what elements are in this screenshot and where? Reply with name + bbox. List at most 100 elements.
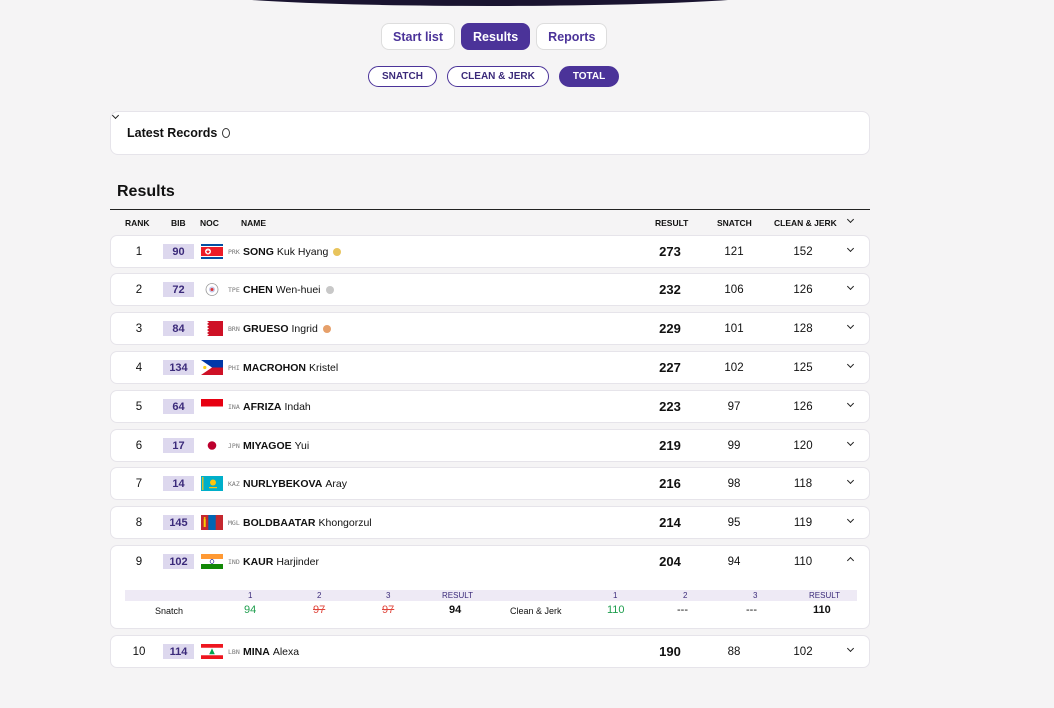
tab-reports[interactable]: Reports bbox=[536, 23, 608, 50]
chevron-up-icon[interactable] bbox=[846, 555, 855, 564]
attempt-header: RESULT bbox=[809, 591, 840, 600]
snatch-result: 98 bbox=[727, 477, 741, 490]
athlete-name[interactable]: CHEN Wen-huei bbox=[243, 274, 334, 305]
athlete-name[interactable]: BOLDBAATAR Khongorzul bbox=[243, 507, 372, 538]
attempt-details: 1 2 3 RESULT 1 2 3 RESULT Snatch 94 97 97 94 Clean & … bbox=[125, 590, 857, 618]
bib-badge: 102 bbox=[163, 554, 194, 569]
athlete-first-name: Indah bbox=[284, 400, 311, 413]
table-row[interactable]: 2 72 TPE CHEN Wen-huei 232 106 126 bbox=[110, 273, 870, 306]
snatch-result: 99 bbox=[727, 439, 741, 452]
noc-code: MGL bbox=[228, 518, 240, 527]
tab-start-list[interactable]: Start list bbox=[381, 23, 456, 50]
tab-results[interactable]: Results bbox=[461, 23, 531, 50]
attempt-header: 3 bbox=[753, 591, 758, 600]
attempt-header: 2 bbox=[317, 591, 322, 600]
athlete-name[interactable]: MACROHON Kristel bbox=[243, 352, 338, 383]
bib-badge: 90 bbox=[163, 244, 194, 259]
col-name: NAME bbox=[241, 218, 267, 228]
chevron-down-icon[interactable] bbox=[846, 400, 855, 409]
attempt-header: 1 bbox=[248, 591, 253, 600]
attempt-header: 3 bbox=[386, 591, 391, 600]
bib-badge: 14 bbox=[163, 476, 194, 491]
total-result: 223 bbox=[659, 399, 681, 414]
athlete-first-name: Kuk Hyang bbox=[276, 245, 329, 258]
chevron-down-icon[interactable] bbox=[846, 361, 855, 370]
chevron-down-icon[interactable] bbox=[846, 283, 855, 292]
table-row[interactable]: 1 90 PRK SONG Kuk Hyang 273 121 152 bbox=[110, 235, 870, 268]
clean-jerk-result: 118 bbox=[793, 477, 813, 490]
clean-jerk-label: Clean & Jerk bbox=[510, 606, 562, 616]
table-row[interactable]: 3 84 BRN GRUESO Ingrid 229 101 128 bbox=[110, 312, 870, 345]
bib-badge: 145 bbox=[163, 515, 194, 530]
bib-badge: 17 bbox=[163, 438, 194, 453]
bib-badge: 72 bbox=[163, 282, 194, 297]
athlete-name[interactable]: MINA Alexa bbox=[243, 636, 299, 667]
chevron-down-icon[interactable] bbox=[846, 516, 855, 525]
flag-icon bbox=[201, 438, 223, 453]
snatch-best: 94 bbox=[449, 604, 462, 616]
view-tabs: Start list Results Reports bbox=[381, 23, 608, 50]
header-bar bbox=[200, 0, 780, 6]
chevron-down-icon[interactable] bbox=[846, 477, 855, 486]
flag-icon bbox=[201, 476, 223, 491]
table-row[interactable]: 7 14 KAZ NURLYBEKOVA Aray 216 98 118 bbox=[110, 467, 870, 500]
table-row[interactable]: 10 114 LBN MINA Alexa 190 88 102 bbox=[110, 635, 870, 668]
clean-jerk-attempt-2: --- bbox=[677, 604, 688, 616]
total-result: 273 bbox=[659, 244, 681, 259]
chevron-down-icon[interactable] bbox=[846, 439, 855, 448]
snatch-label: Snatch bbox=[155, 606, 184, 616]
attempt-header-band bbox=[125, 590, 857, 601]
athlete-last-name: CHEN bbox=[243, 283, 273, 296]
filter-clean-jerk[interactable]: CLEAN & JERK bbox=[446, 66, 549, 87]
chevron-down-icon[interactable] bbox=[846, 245, 855, 254]
flag-icon bbox=[201, 282, 223, 297]
total-result: 214 bbox=[659, 515, 681, 530]
rank: 7 bbox=[135, 477, 143, 490]
clean-jerk-result: 110 bbox=[793, 555, 813, 568]
athlete-name[interactable]: SONG Kuk Hyang bbox=[243, 236, 342, 267]
athlete-name[interactable]: KAUR Harjinder bbox=[243, 546, 319, 577]
rank: 1 bbox=[135, 245, 143, 258]
athlete-last-name: MIYAGOE bbox=[243, 439, 292, 452]
snatch-attempt-3: 97 bbox=[382, 604, 395, 616]
flag-icon bbox=[201, 554, 223, 569]
noc-code: PRK bbox=[228, 247, 240, 256]
clean-jerk-result: 128 bbox=[793, 322, 813, 335]
filter-total[interactable]: TOTAL bbox=[558, 66, 620, 87]
athlete-first-name: Harjinder bbox=[276, 555, 319, 568]
bib-badge: 134 bbox=[163, 360, 194, 375]
noc-code: KAZ bbox=[228, 479, 240, 488]
attempt-header: 2 bbox=[683, 591, 688, 600]
rank: 5 bbox=[135, 400, 143, 413]
bib-badge: 114 bbox=[163, 644, 194, 659]
table-row[interactable]: 4 134 PHI MACROHON Kristel 227 102 125 bbox=[110, 351, 870, 384]
table-row[interactable]: 9 102 IND KAUR Harjinder 204 94 110 1 2 3 RESULT 1 2 3… bbox=[110, 545, 870, 629]
clean-jerk-result: 152 bbox=[793, 245, 813, 258]
clean-jerk-result: 119 bbox=[793, 516, 813, 529]
clean-jerk-result: 102 bbox=[793, 645, 813, 658]
athlete-name[interactable]: GRUESO Ingrid bbox=[243, 313, 331, 344]
athlete-name[interactable]: AFRIZA Indah bbox=[243, 391, 311, 422]
athlete-name[interactable]: MIYAGOE Yui bbox=[243, 430, 309, 461]
snatch-result: 102 bbox=[724, 361, 744, 374]
latest-records-panel[interactable]: Latest Records bbox=[110, 111, 870, 155]
clean-jerk-result: 120 bbox=[793, 439, 813, 452]
chevron-down-icon[interactable] bbox=[844, 129, 853, 138]
flag-icon bbox=[201, 644, 223, 659]
results-title: Results bbox=[117, 183, 175, 200]
medal-icon bbox=[222, 128, 231, 138]
noc-code: INA bbox=[228, 402, 240, 411]
table-row[interactable]: 8 145 MGL BOLDBAATAR Khongorzul 214 95 119 bbox=[110, 506, 870, 539]
athlete-name[interactable]: NURLYBEKOVA Aray bbox=[243, 468, 347, 499]
snatch-result: 97 bbox=[727, 400, 741, 413]
table-row[interactable]: 5 64 INA AFRIZA Indah 223 97 126 bbox=[110, 390, 870, 423]
chevron-down-icon[interactable] bbox=[846, 322, 855, 331]
table-row[interactable]: 6 17 JPN MIYAGOE Yui 219 99 120 bbox=[110, 429, 870, 462]
athlete-last-name: BOLDBAATAR bbox=[243, 516, 316, 529]
athlete-first-name: Ingrid bbox=[291, 322, 318, 335]
chevron-down-icon[interactable] bbox=[846, 216, 855, 225]
rank: 9 bbox=[135, 555, 143, 568]
chevron-down-icon[interactable] bbox=[846, 645, 855, 654]
filter-snatch[interactable]: SNATCH bbox=[368, 66, 437, 87]
flag-icon bbox=[201, 321, 223, 336]
